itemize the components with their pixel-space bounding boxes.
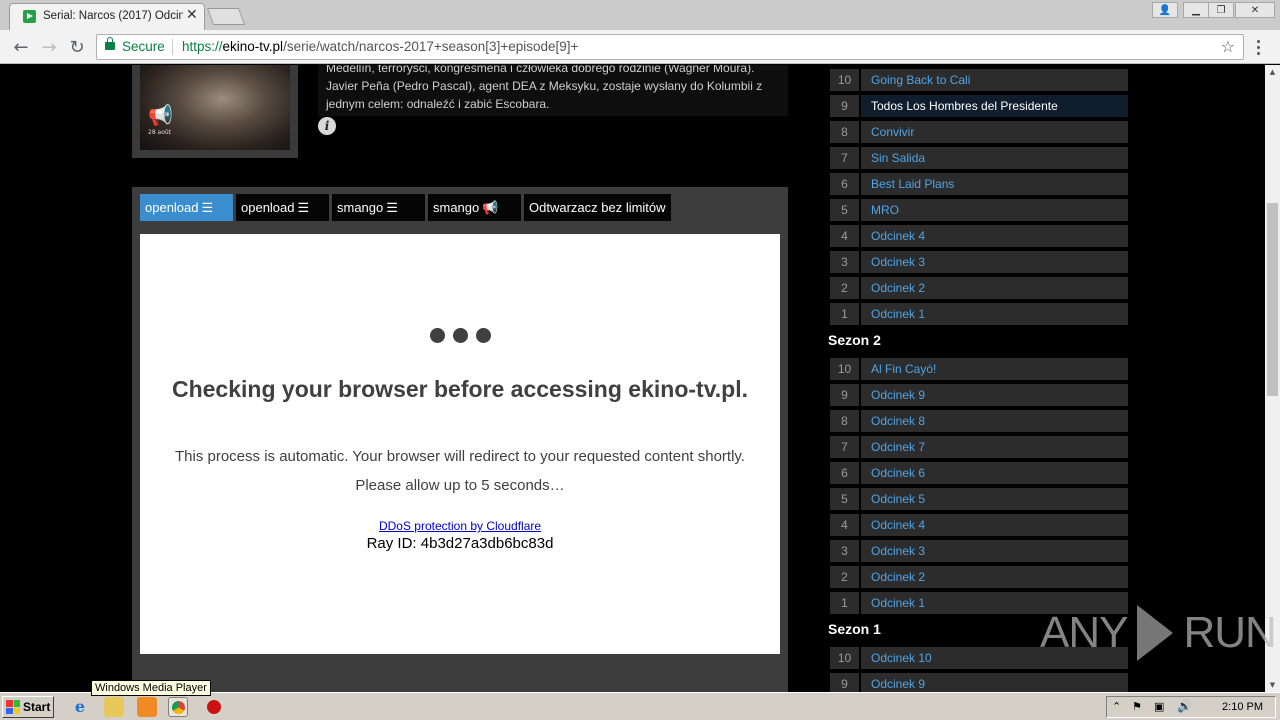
browser-toolbar: ← → ↻ Secure https://ekino-tv.pl/serie/w… (0, 30, 1280, 64)
poster-image: 📢 28 août (140, 65, 290, 150)
megaphone-icon: 📢 (482, 200, 499, 215)
chrome-icon[interactable] (168, 697, 188, 717)
volume-icon[interactable]: 🔊 (1177, 699, 1192, 713)
player-tab-smango-2[interactable]: smango 📢 (428, 194, 521, 221)
cloudflare-link[interactable]: DDoS protection by Cloudflare (379, 519, 541, 533)
new-tab-button[interactable] (206, 8, 246, 25)
list-icon: ☰ (201, 200, 214, 215)
start-button[interactable]: Start (2, 696, 54, 718)
omnibox-separator (172, 39, 173, 55)
internet-explorer-icon[interactable]: e (70, 697, 90, 717)
url-text[interactable]: https://ekino-tv.pl/serie/watch/narcos-2… (182, 39, 578, 54)
player-tab-openload-2[interactable]: openload ☰ (236, 194, 329, 221)
back-button[interactable]: ← (10, 36, 32, 58)
episode-row[interactable]: 5 Odcinek 5 (828, 486, 1128, 512)
secure-label: Secure (122, 39, 165, 54)
show-poster: 📢 28 août (132, 65, 298, 158)
episode-row[interactable]: 2 Odcinek 2 (828, 275, 1128, 301)
player-container: openload ☰ openload ☰ smango ☰ smango 📢 Odtw… (132, 187, 788, 692)
forward-button[interactable]: → (38, 36, 60, 58)
cloudflare-link-wrap: DDoS protection by Cloudflare (140, 519, 780, 533)
episode-row[interactable]: 8 Convivir (828, 119, 1128, 145)
flag-icon[interactable]: ⚑ (1132, 700, 1142, 713)
scroll-up-icon[interactable]: ▲ (1265, 65, 1280, 79)
episode-row[interactable]: 6 Odcinek 6 (828, 460, 1128, 486)
cloudflare-wait-message: Please allow up to 5 seconds… (355, 477, 565, 494)
network-icon[interactable]: ▣ (1154, 700, 1164, 713)
player-frame: Checking your browser before accessing e… (140, 234, 780, 654)
windows-logo-icon (6, 700, 20, 714)
reload-button[interactable]: ↻ (66, 36, 88, 58)
loading-dots (140, 328, 780, 343)
stop-icon[interactable] (204, 697, 224, 717)
player-tab-openload-1[interactable]: openload ☰ (140, 194, 233, 221)
episode-row[interactable]: 5 MRO (828, 197, 1128, 223)
list-icon: ☰ (386, 200, 398, 215)
episode-row[interactable]: 3 Odcinek 3 (828, 249, 1128, 275)
megaphone-icon: 📢 (148, 103, 173, 127)
cloudflare-message: This process is automatic. Your browser … (175, 448, 745, 465)
page-scrollbar[interactable]: ▲ ▼ (1265, 65, 1280, 692)
episode-row[interactable]: 1 Odcinek 1 (828, 301, 1128, 327)
player-tab-smango-1[interactable]: smango ☰ (332, 194, 425, 221)
scroll-down-icon[interactable]: ▼ (1265, 678, 1280, 692)
episode-row[interactable]: 6 Best Laid Plans (828, 171, 1128, 197)
clock: 2:10 PM (1222, 701, 1263, 713)
restore-button[interactable]: ❐ (1208, 2, 1234, 18)
browser-tab[interactable]: Serial: Narcos (2017) Odcinek ✕ (9, 3, 205, 30)
system-tray: ⌃ ⚑ ▣ 🔊 2:10 PM (1106, 696, 1276, 718)
player-tab-unlimited[interactable]: Odtwarzacz bez limitów (524, 194, 671, 221)
episode-row[interactable]: 10 Going Back to Cali (828, 67, 1128, 93)
page-content: 📢 28 août Medellín, terroryści, kongresm… (0, 65, 1265, 692)
episode-row[interactable]: 4 Odcinek 4 (828, 223, 1128, 249)
episode-row[interactable]: 9 Odcinek 9 (828, 671, 1128, 692)
info-icon[interactable]: i (318, 117, 336, 135)
episode-row-current[interactable]: 9 Todos Los Hombres del Presidente (828, 93, 1128, 119)
episode-row[interactable]: 7 Odcinek 7 (828, 434, 1128, 460)
folder-icon[interactable] (104, 697, 124, 717)
site-favicon-icon (23, 10, 36, 23)
close-window-button[interactable]: ✕ (1235, 2, 1275, 18)
list-icon: ☰ (297, 200, 310, 215)
tray-expand-icon[interactable]: ⌃ (1112, 700, 1121, 713)
taskbar-tooltip: Windows Media Player (91, 680, 211, 696)
scrollbar-thumb[interactable] (1267, 203, 1278, 396)
episode-list: 10 Going Back to Cali 9 Todos Los Hombres … (828, 65, 1128, 692)
anyrun-watermark: ANY RUN (1040, 605, 1277, 661)
media-player-icon[interactable] (137, 697, 157, 717)
episode-row[interactable]: 2 Odcinek 2 (828, 564, 1128, 590)
episode-row[interactable]: 4 Odcinek 4 (828, 512, 1128, 538)
browser-menu-icon[interactable] (1250, 36, 1266, 58)
season-heading: Sezon 2 (828, 332, 881, 348)
profile-icon[interactable]: 👤 (1152, 2, 1178, 18)
episode-row[interactable]: 3 Odcinek 3 (828, 538, 1128, 564)
minimize-button[interactable]: ▁ (1183, 2, 1209, 18)
cloudflare-title: Checking your browser before accessing e… (171, 376, 748, 402)
lock-icon (105, 37, 115, 50)
episode-row[interactable]: 7 Sin Salida (828, 145, 1128, 171)
browser-titlebar: Serial: Narcos (2017) Odcinek ✕ 👤 ▁ ❐ ✕ (0, 0, 1280, 30)
episode-row[interactable]: 8 Odcinek 8 (828, 408, 1128, 434)
address-bar[interactable]: Secure https://ekino-tv.pl/serie/watch/n… (96, 34, 1244, 60)
tab-title: Serial: Narcos (2017) Odcinek (43, 10, 183, 22)
show-description: Medellín, terroryści, kongresmena i czło… (326, 65, 763, 111)
poster-date: 28 août (148, 129, 172, 136)
episode-row[interactable]: 10 Al Fin Cayó! (828, 356, 1128, 382)
tab-close-icon[interactable]: ✕ (186, 7, 198, 23)
play-icon (1137, 605, 1174, 661)
episode-row[interactable]: 9 Odcinek 9 (828, 382, 1128, 408)
cloudflare-ray-id: Ray ID: 4b3d27a3db6bc83d (366, 535, 554, 552)
windows-taskbar: Start e ⌃ ⚑ ▣ 🔊 2:10 PM (0, 692, 1280, 720)
bookmark-star-icon[interactable]: ☆ (1221, 37, 1235, 56)
show-description-box: Medellín, terroryści, kongresmena i czło… (318, 65, 788, 116)
